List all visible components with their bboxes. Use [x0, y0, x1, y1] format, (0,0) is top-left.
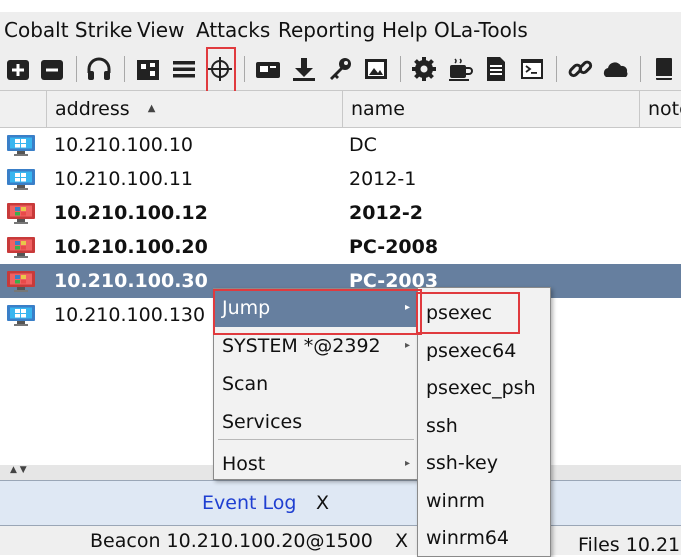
submenu-item-winrm64[interactable]: winrm64 — [418, 519, 550, 557]
toolbar-separator — [244, 56, 245, 82]
submenu-item-psexec-psh[interactable]: psexec_psh — [418, 369, 550, 407]
document-icon[interactable] — [482, 55, 510, 83]
menu-view[interactable]: View — [137, 18, 184, 42]
table-row[interactable]: 10.210.100.11 2012-1 — [0, 162, 681, 196]
header-os[interactable] — [0, 91, 46, 127]
row-address: 10.210.100.12 — [54, 202, 208, 224]
psexec-highlight — [416, 292, 520, 334]
menu-item-scan[interactable]: Scan — [214, 365, 418, 403]
table-row[interactable]: 10.210.100.12 2012-2 — [0, 196, 681, 230]
link-icon[interactable] — [566, 55, 594, 83]
row-name: 2012-1 — [349, 168, 417, 190]
minus-icon[interactable] — [38, 55, 66, 83]
table-row[interactable]: 10.210.100.10 DC — [0, 128, 681, 162]
menu-bar: Cobalt Strike View Attacks Reporting Hel… — [0, 12, 681, 48]
windows-host-icon — [6, 270, 36, 292]
menu-item-label: Scan — [222, 373, 269, 395]
row-name: PC-2008 — [349, 236, 439, 258]
image-icon[interactable] — [362, 55, 390, 83]
submenu-item-ssh-key[interactable]: ssh-key — [418, 444, 550, 482]
row-name: DC — [349, 134, 377, 156]
targets-table-header: address ▲ name note — [0, 91, 681, 128]
toolbar-separator — [400, 56, 401, 82]
windows-host-icon — [6, 168, 36, 190]
menu-help[interactable]: Help — [382, 18, 428, 42]
toolbar-separator — [640, 56, 641, 82]
submenu-item-winrm[interactable]: winrm — [418, 482, 550, 520]
menu-item-label: Host — [222, 453, 266, 475]
menu-ola-tools[interactable]: OLa-Tools — [434, 18, 528, 42]
header-note[interactable]: note — [639, 91, 681, 127]
header-address-label: address — [55, 98, 130, 120]
row-name: 2012-2 — [349, 202, 423, 224]
windows-host-icon — [6, 202, 36, 224]
menu-item-label: Services — [222, 411, 303, 433]
tab-event-log[interactable]: Event Log — [202, 492, 296, 514]
tab-beacon-close-button[interactable]: X — [395, 530, 408, 552]
headphones-icon[interactable] — [85, 55, 113, 83]
tab-beacon[interactable]: Beacon 10.210.100.20@1500 — [90, 530, 373, 552]
tab-event-log-close-button[interactable]: X — [316, 492, 329, 514]
table-row[interactable]: 10.210.100.20 PC-2008 — [0, 230, 681, 264]
submenu-arrow-icon: ▸ — [404, 458, 410, 469]
jump-menu-highlight — [213, 289, 422, 335]
windows-host-icon — [6, 236, 36, 258]
sort-ascending-icon: ▲ — [147, 103, 156, 114]
menu-separator — [218, 439, 414, 440]
row-address: 10.210.100.30 — [54, 270, 208, 292]
menu-item-label: SYSTEM *@2392 — [222, 335, 381, 357]
header-name[interactable]: name — [342, 91, 639, 127]
menu-reporting[interactable]: Reporting — [278, 18, 375, 42]
key-icon[interactable] — [326, 55, 354, 83]
download-icon[interactable] — [290, 55, 318, 83]
toolbar — [0, 48, 681, 91]
terminal-icon[interactable] — [518, 55, 546, 83]
list-icon[interactable] — [170, 55, 198, 83]
toolbar-separator — [124, 56, 125, 82]
gear-icon[interactable] — [410, 55, 438, 83]
menu-attacks[interactable]: Attacks — [196, 18, 270, 42]
cards-icon[interactable] — [254, 55, 282, 83]
row-address: 10.210.100.10 — [54, 134, 194, 156]
submenu-item-psexec64[interactable]: psexec64 — [418, 332, 550, 370]
menu-item-host[interactable]: Host ▸ — [214, 445, 418, 483]
row-address: 10.210.100.11 — [54, 168, 194, 190]
plus-icon[interactable] — [4, 55, 32, 83]
tab-files[interactable]: Files 10.21 — [578, 534, 680, 556]
split-pane-arrows[interactable]: ▲ ▼ — [10, 465, 27, 475]
header-address[interactable]: address ▲ — [46, 91, 342, 127]
windows-host-icon — [6, 304, 36, 326]
submenu-item-ssh[interactable]: ssh — [418, 407, 550, 445]
row-address: 10.210.100.20 — [54, 236, 208, 258]
coffee-icon[interactable] — [446, 55, 474, 83]
tab-bar: Event Log X — [0, 480, 681, 526]
menu-cobalt-strike[interactable]: Cobalt Strike — [4, 18, 132, 42]
toolbar-separator — [76, 56, 77, 82]
beacon-tab-row: Beacon 10.210.100.20@1500 X Files 10.21 — [0, 526, 681, 556]
book-icon[interactable] — [650, 55, 678, 83]
row-address: 10.210.100.130 — [54, 304, 206, 326]
toolbar-separator — [556, 56, 557, 82]
pivot-graph-icon[interactable] — [134, 55, 162, 83]
windows-host-icon — [6, 134, 36, 156]
cloud-icon[interactable] — [602, 55, 630, 83]
menu-item-services[interactable]: Services — [214, 403, 418, 441]
